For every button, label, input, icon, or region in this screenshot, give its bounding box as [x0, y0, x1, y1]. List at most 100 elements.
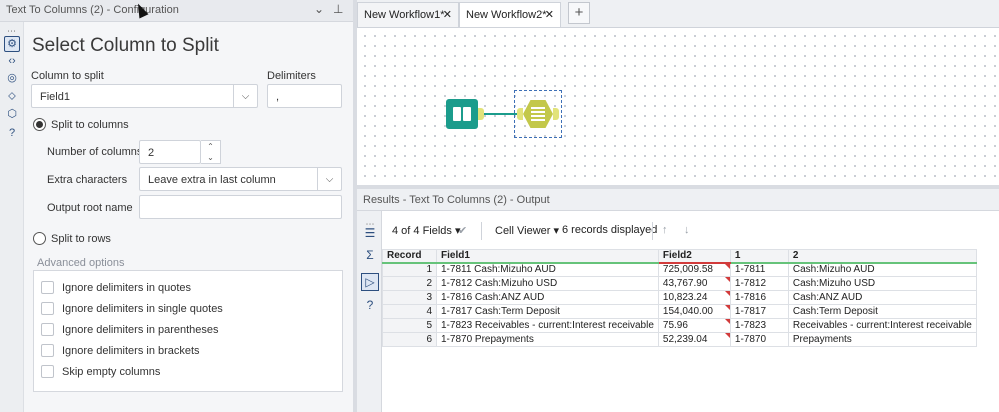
table-cell[interactable]: 1-7811: [729, 262, 789, 277]
output-root-name-input[interactable]: [139, 195, 342, 219]
extra-characters-select[interactable]: Leave extra in last column ⌵: [139, 167, 342, 191]
tab-new-workflow2[interactable]: New Workflow2* ✕: [459, 2, 561, 27]
tag-icon[interactable]: ⬦: [4, 88, 20, 104]
divider: [481, 222, 482, 240]
table-cell[interactable]: Cash:Mizuho USD: [787, 276, 977, 291]
chevron-down-icon[interactable]: ⌄: [314, 2, 324, 16]
table-cell[interactable]: Cash:Mizuho AUD: [787, 262, 977, 277]
table-cell[interactable]: 1-7816 Cash:ANZ AUD: [436, 290, 659, 305]
table-cell[interactable]: 1-7823: [729, 318, 789, 333]
check-icon[interactable]: ✔: [458, 224, 467, 237]
workflow-canvas[interactable]: [357, 28, 999, 185]
table-row[interactable]: 5 1-7823 Receivables - current:Interest …: [382, 318, 977, 333]
split-to-rows-radio[interactable]: [33, 232, 46, 245]
table-cell[interactable]: Prepayments: [787, 332, 977, 347]
help-icon[interactable]: ?: [361, 296, 379, 314]
record-cell: 4: [382, 304, 437, 319]
gear-icon[interactable]: ⚙: [4, 36, 20, 52]
pin-icon[interactable]: ⊥: [333, 2, 343, 16]
cube-icon[interactable]: ⬡: [4, 106, 20, 122]
column-header-field2[interactable]: Field2: [657, 249, 731, 264]
ignore-quotes-label: Ignore delimiters in quotes: [62, 282, 192, 294]
results-title: Results - Text To Columns (2) - Output: [363, 194, 550, 206]
table-row[interactable]: 4 1-7817 Cash:Term Deposit 154,040.00 1-…: [382, 304, 977, 319]
close-icon[interactable]: ✕: [443, 8, 452, 21]
tag-icon[interactable]: ▷: [361, 273, 379, 291]
table-cell[interactable]: 52,239.04: [657, 332, 731, 347]
connection-line: [484, 113, 517, 115]
ignore-quotes-checkbox[interactable]: [41, 281, 54, 294]
column-to-split-label: Column to split: [31, 70, 104, 82]
table-cell[interactable]: 10,823.24: [657, 290, 731, 305]
advanced-options-label: Advanced options: [35, 257, 127, 269]
configuration-panel: Text To Columns (2) - Configuration ⌄ ⊥ …: [0, 0, 353, 412]
config-body: Select Column to Split Column to split F…: [24, 22, 352, 412]
table-cell[interactable]: 1-7816: [729, 290, 789, 305]
delimiters-input[interactable]: ,: [267, 84, 342, 108]
ignore-brackets-checkbox[interactable]: [41, 344, 54, 357]
column-header-2[interactable]: 2: [787, 249, 977, 264]
column-header-1[interactable]: 1: [729, 249, 789, 264]
input-data-tool-icon[interactable]: [446, 99, 478, 129]
chevron-down-icon[interactable]: ⌵: [233, 85, 257, 107]
table-cell[interactable]: 43,767.90: [657, 276, 731, 291]
skip-empty-columns-checkbox[interactable]: [41, 365, 54, 378]
table-cell[interactable]: 725,009.58: [657, 262, 731, 277]
connection-icon[interactable]: ◎: [4, 70, 20, 86]
record-cell: 3: [382, 290, 437, 305]
results-side-toolbar: ⋯ ☰ Σ ▷ ?: [357, 211, 382, 412]
table-row[interactable]: 6 1-7870 Prepayments 52,239.04 1-7870 Pr…: [382, 332, 977, 347]
table-cell[interactable]: 1-7811 Cash:Mizuho AUD: [436, 262, 659, 277]
fields-dropdown[interactable]: 4 of 4 Fields ▾: [392, 224, 461, 237]
ignore-parentheses-checkbox[interactable]: [41, 323, 54, 336]
table-cell[interactable]: 1-7812: [729, 276, 789, 291]
arrow-down-icon[interactable]: ↓: [684, 224, 690, 236]
skip-empty-columns-label: Skip empty columns: [62, 366, 161, 378]
delimiters-value: ,: [276, 91, 280, 103]
table-cell[interactable]: 1-7812 Cash:Mizuho USD: [436, 276, 659, 291]
results-table: Record Field1 Field2 1 2 1 1-7811 Cash:M…: [382, 249, 977, 347]
table-cell[interactable]: Cash:Term Deposit: [787, 304, 977, 319]
results-toolbar: 4 of 4 Fields ▾ ✔ Cell Viewer ▾ 6 record…: [382, 219, 999, 243]
output-anchor[interactable]: [553, 108, 559, 120]
add-tab-button[interactable]: +: [568, 2, 590, 24]
help-icon[interactable]: ?: [4, 125, 20, 141]
table-row[interactable]: 1 1-7811 Cash:Mizuho AUD 725,009.58 1-78…: [382, 262, 977, 277]
column-to-split-select[interactable]: Field1 ⌵: [31, 84, 258, 108]
extra-characters-label: Extra characters: [47, 174, 128, 186]
ignore-brackets-label: Ignore delimiters in brackets: [62, 345, 200, 357]
table-cell[interactable]: 1-7817 Cash:Term Deposit: [436, 304, 659, 319]
table-row[interactable]: 3 1-7816 Cash:ANZ AUD 10,823.24 1-7816 C…: [382, 290, 977, 305]
table-cell[interactable]: 75.96: [657, 318, 731, 333]
table-cell[interactable]: 1-7823 Receivables - current:Interest re…: [436, 318, 659, 333]
table-cell[interactable]: Receivables - current:Interest receivabl…: [787, 318, 977, 333]
table-icon[interactable]: ☰: [361, 224, 379, 242]
number-of-columns-value: 2: [148, 147, 155, 159]
tab-label: New Workflow1*: [364, 9, 445, 21]
close-icon[interactable]: ✕: [545, 8, 554, 21]
table-cell[interactable]: 1-7870 Prepayments: [436, 332, 659, 347]
ignore-single-quotes-checkbox[interactable]: [41, 302, 54, 315]
input-anchor[interactable]: [517, 108, 523, 120]
extra-characters-value: Leave extra in last column: [148, 174, 276, 186]
sigma-icon[interactable]: Σ: [361, 246, 379, 264]
column-header-record[interactable]: Record: [382, 249, 437, 264]
split-to-columns-radio[interactable]: [33, 118, 46, 131]
table-cell[interactable]: 1-7817: [729, 304, 789, 319]
arrow-up-icon[interactable]: ↑: [662, 224, 668, 236]
cell-viewer-dropdown[interactable]: Cell Viewer ▾: [495, 224, 559, 237]
results-title-bar: Results - Text To Columns (2) - Output: [357, 189, 999, 211]
cell-viewer-label: Cell Viewer: [495, 225, 551, 237]
ignore-parentheses-label: Ignore delimiters in parentheses: [62, 324, 219, 336]
table-cell[interactable]: Cash:ANZ AUD: [787, 290, 977, 305]
table-cell[interactable]: 154,040.00: [657, 304, 731, 319]
table-cell[interactable]: 1-7870: [729, 332, 789, 347]
tab-new-workflow1[interactable]: New Workflow1* ✕: [357, 2, 459, 27]
number-of-columns-input[interactable]: 2: [139, 140, 201, 164]
code-icon[interactable]: ‹›: [4, 53, 20, 69]
chevron-down-icon[interactable]: ⌵: [317, 168, 341, 190]
table-row[interactable]: 2 1-7812 Cash:Mizuho USD 43,767.90 1-781…: [382, 276, 977, 291]
delimiters-label: Delimiters: [267, 70, 316, 82]
number-of-columns-stepper[interactable]: ⌃ ⌄: [201, 140, 221, 164]
column-header-field1[interactable]: Field1: [436, 249, 659, 264]
